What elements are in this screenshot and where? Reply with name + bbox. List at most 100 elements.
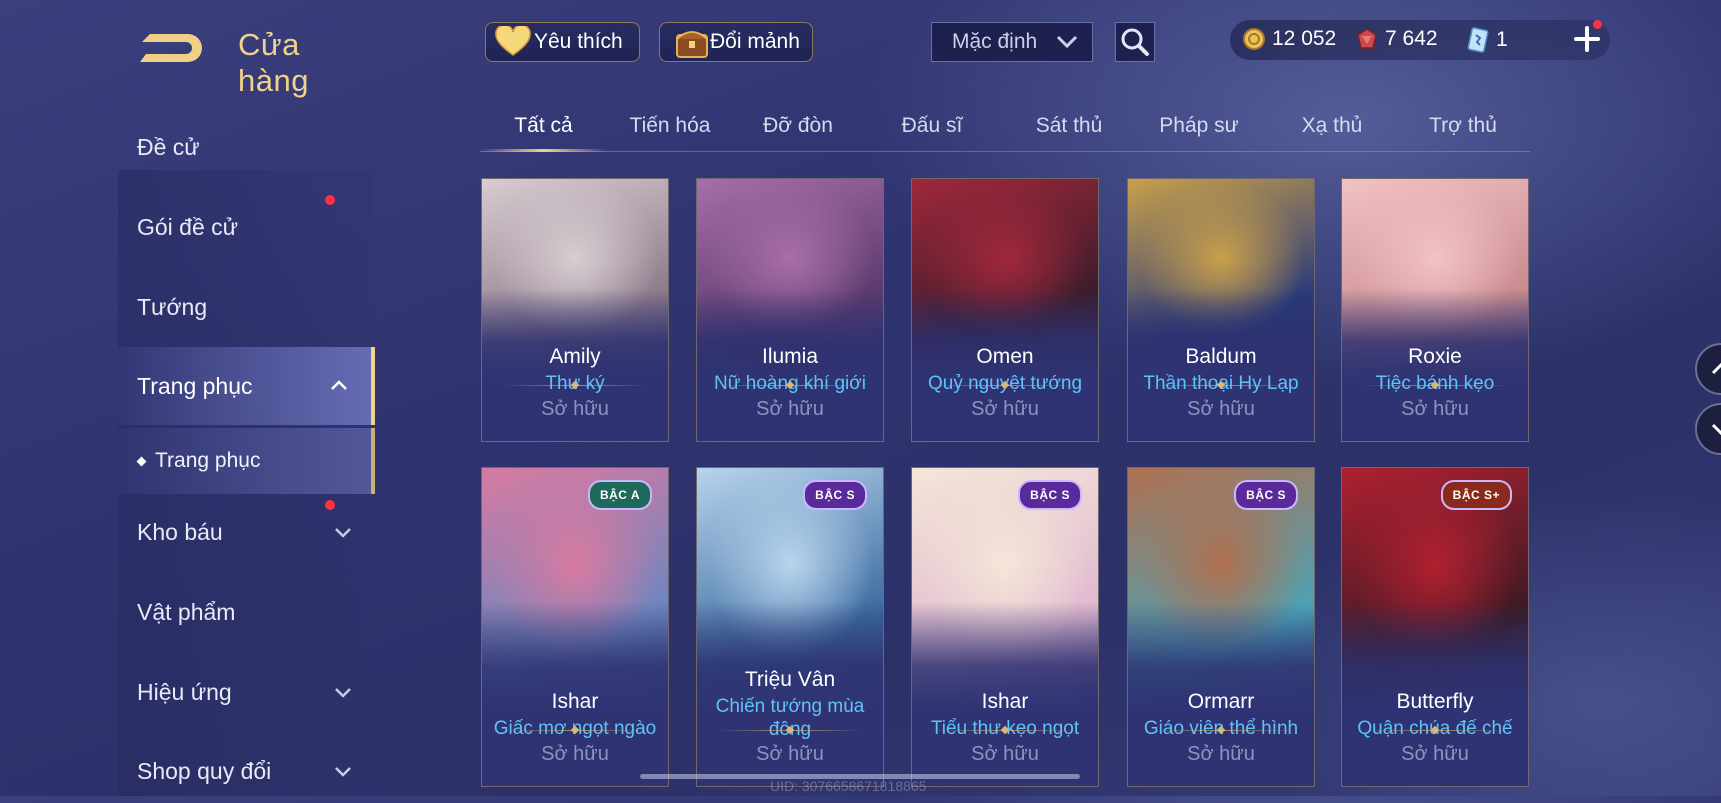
owned-status: Sở hữu [1401, 743, 1469, 765]
sidebar-subitem-label: Trang phục [155, 449, 261, 472]
sidebar-item-label: Kho báu [137, 518, 223, 545]
hero-name: Baldum [1185, 345, 1257, 368]
sidebar-item-recommended[interactable]: Đề cử [118, 115, 371, 179]
gold-amount: 12 052 [1272, 27, 1337, 50]
hero-name: Omen [976, 345, 1034, 368]
sidebar-item-items[interactable]: Vật phẩm [118, 580, 371, 644]
owned-status: Sở hữu [1187, 398, 1255, 420]
chevron-down-icon [1711, 423, 1721, 436]
bullet-icon [136, 456, 147, 467]
hero-name: Butterfly [1396, 690, 1474, 713]
tier-badge: BẬC S+ [1440, 480, 1512, 510]
tab-all[interactable]: Tất cả [480, 104, 607, 152]
notification-dot [325, 500, 335, 510]
hero-name: Ishar [981, 690, 1029, 713]
skin-card[interactable]: Omen Quỷ nguyệt tướng Sở hữu [911, 178, 1099, 442]
sidebar-item-label: Tướng [137, 293, 208, 320]
tier-badge: BẬC S [1234, 480, 1298, 510]
chevron-down-icon [1056, 35, 1078, 49]
favorite-label: Yêu thích [534, 30, 623, 53]
tab-support[interactable]: Trợ thủ [1403, 104, 1523, 152]
owned-status: Sở hữu [541, 398, 609, 420]
owned-status: Sở hữu [971, 743, 1039, 765]
hero-name: Roxie [1408, 345, 1462, 368]
tab-mage[interactable]: Pháp sư [1139, 104, 1259, 152]
owned-status: Sở hữu [1401, 398, 1469, 420]
sort-value: Mặc định [952, 30, 1038, 53]
back-button[interactable] [136, 28, 208, 68]
hero-name: Amily [549, 345, 601, 368]
hero-name: Ilumia [761, 345, 819, 368]
sidebar: Cửa hàng Đề cử Gói đề cử Tướng Trang phụ… [0, 0, 375, 796]
chevron-up-icon [331, 380, 347, 390]
back-arrow-icon [140, 34, 202, 62]
tier-badge: BẬC S [803, 480, 867, 510]
owned-status: Sở hữu [541, 743, 609, 765]
skin-card[interactable]: Ilumia Nữ hoàng khí giới Sở hữu [696, 178, 884, 442]
skin-card[interactable]: Baldum Thần thoại Hy Lạp Sở hữu [1127, 178, 1315, 442]
skin-card[interactable]: Triệu VânChiến tướng mùa đôngSở hữuBẬC S [696, 467, 884, 787]
card-ticket-icon [1467, 27, 1489, 53]
tab-fighter[interactable]: Đấu sĩ [872, 104, 992, 152]
tab-evolution[interactable]: Tiến hóa [610, 104, 730, 152]
voucher-amount: 7 642 [1385, 27, 1438, 50]
user-id: UID: 3076658671818865 [770, 778, 927, 794]
hero-name: Ishar [551, 690, 599, 713]
owned-status: Sở hữu [756, 743, 824, 765]
tier-badge: BẬC A [587, 480, 652, 510]
scroll-up-button[interactable] [1695, 343, 1721, 395]
search-button[interactable] [1115, 22, 1155, 62]
sort-dropdown[interactable]: Mặc định [931, 22, 1093, 62]
owned-status: Sở hữu [1187, 743, 1255, 765]
ticket-amount: 1 [1496, 28, 1508, 51]
skin-card[interactable]: Ishar Tiểu thư kẹo ngọt Sở hữu BẬC S [911, 467, 1099, 787]
sidebar-item-effects[interactable]: Hiệu ứng [118, 660, 371, 724]
sidebar-item-label: Vật phẩm [137, 598, 236, 625]
hero-name: Ormarr [1187, 690, 1255, 713]
gold-currency: 12 052 [1242, 27, 1336, 51]
skin-card[interactable]: Ormarr Giáo viên thể hình Sở hữu BẬC S [1127, 467, 1315, 787]
exchange-fragments-button[interactable]: Đổi mảnh [659, 22, 813, 62]
skin-card[interactable]: Butterfly Quận chúa đế chế Sở hữu BẬC S+ [1341, 467, 1529, 787]
tier-badge: BẬC S [1018, 480, 1082, 510]
skin-card[interactable]: Ishar Giấc mơ ngọt ngào Sở hữu BẬC A [481, 467, 669, 787]
sidebar-item-recommended-packs[interactable]: Gói đề cử [118, 195, 371, 259]
chevron-down-icon [335, 767, 351, 777]
favorite-button[interactable]: Yêu thích [485, 22, 640, 62]
sidebar-item-label: Gói đề cử [137, 213, 239, 240]
notification-dot [1593, 20, 1602, 29]
sidebar-subitem-skins[interactable]: Trang phục [118, 428, 375, 494]
chevron-up-icon [1711, 362, 1721, 375]
skin-card[interactable]: Amily Thư ký Sở hữu [481, 178, 669, 442]
hero-name: Triệu Vân [744, 668, 836, 691]
sidebar-item-exchange-shop[interactable]: Shop quy đổi [118, 739, 371, 803]
red-gem-icon [1357, 28, 1377, 49]
exchange-label: Đổi mảnh [710, 30, 800, 53]
notification-dot [325, 195, 335, 205]
chevron-down-icon [335, 688, 351, 698]
ticket-currency: 1 [1466, 27, 1508, 53]
owned-status: Sở hữu [971, 398, 1039, 420]
sidebar-item-label: Hiệu ứng [137, 678, 232, 705]
sidebar-item-label: Trang phục [137, 372, 253, 399]
scroll-down-button[interactable] [1695, 403, 1721, 455]
search-icon [1121, 28, 1149, 56]
category-tabs: Tất cả Tiến hóa Đỡ đòn Đấu sĩ Sát thủ Ph… [480, 104, 1530, 152]
gold-coin-icon [1243, 28, 1265, 50]
currency-bar: 12 052 7 642 1 [1230, 20, 1610, 60]
sidebar-item-heroes[interactable]: Tướng [118, 275, 371, 339]
owned-status: Sở hữu [756, 398, 824, 420]
chevron-down-icon [335, 528, 351, 538]
tab-tank[interactable]: Đỡ đòn [738, 104, 858, 152]
sidebar-item-label: Shop quy đổi [137, 757, 272, 784]
voucher-currency: 7 642 [1355, 27, 1438, 51]
tab-assassin[interactable]: Sát thủ [1009, 104, 1129, 152]
chest-icon [676, 31, 708, 58]
skin-card[interactable]: RoxieTiệc bánh kẹoSở hữu [1341, 178, 1529, 442]
sidebar-item-skins[interactable]: Trang phục [118, 347, 375, 425]
sidebar-item-label: Đề cử [137, 133, 200, 160]
sidebar-item-treasure[interactable]: Kho báu [118, 500, 371, 564]
page-title: Cửa hàng [238, 27, 309, 98]
heart-icon [495, 26, 531, 56]
tab-marksman[interactable]: Xạ thủ [1272, 104, 1392, 152]
